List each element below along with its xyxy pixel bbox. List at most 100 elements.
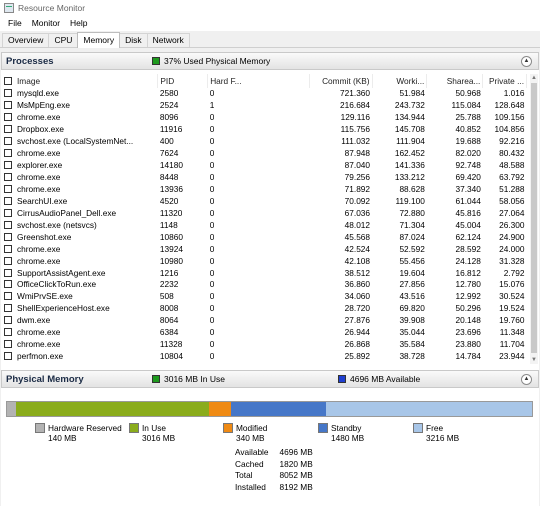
process-checkbox[interactable] bbox=[4, 220, 12, 229]
collapse-processes-button[interactable]: ▲ bbox=[521, 56, 532, 67]
process-cell: 141.336 bbox=[394, 160, 425, 171]
process-cell: 111.032 bbox=[341, 136, 371, 147]
process-checkbox[interactable] bbox=[4, 316, 12, 325]
table-row[interactable]: svchost.exe (LocalSystemNet... 400 0 111.03… bbox=[1, 136, 527, 148]
table-row[interactable]: chrome.exe 13924 0 42.524 52.592 28.592 24.000 bbox=[1, 243, 527, 255]
column-header-pid[interactable]: PID bbox=[157, 74, 209, 88]
process-cell: 11.348 bbox=[499, 327, 525, 338]
process-image-cell: chrome.exe bbox=[1, 339, 158, 351]
process-checkbox[interactable] bbox=[4, 113, 12, 122]
process-checkbox[interactable] bbox=[4, 196, 12, 205]
table-row[interactable]: perfmon.exe 10804 0 25.892 38.728 14.784 23.94… bbox=[1, 351, 527, 363]
process-checkbox[interactable] bbox=[4, 340, 12, 349]
table-row[interactable]: Greenshot.exe 10860 0 45.568 87.024 62.124 24.… bbox=[1, 231, 527, 243]
process-checkbox[interactable] bbox=[4, 268, 12, 277]
window-title: Resource Monitor bbox=[18, 2, 86, 13]
process-cell: 23.696 bbox=[455, 327, 481, 338]
process-checkbox[interactable] bbox=[4, 232, 12, 241]
process-checkbox[interactable] bbox=[4, 244, 12, 253]
process-checkbox[interactable] bbox=[4, 89, 12, 98]
table-row[interactable]: chrome.exe 10980 0 42.108 55.456 24.128 31.328 bbox=[1, 255, 527, 267]
table-row[interactable]: MsMpEng.exe 2524 1 216.684 243.732 115.084 128… bbox=[1, 100, 527, 112]
column-header-working-set[interactable]: Worki... bbox=[372, 74, 428, 88]
tab-disk[interactable]: Disk bbox=[119, 33, 148, 47]
select-all-checkbox[interactable] bbox=[4, 77, 12, 85]
process-cell: 61.044 bbox=[455, 195, 481, 206]
process-image-cell: chrome.exe bbox=[1, 184, 158, 196]
stat-row-total: Total 8052 MB bbox=[235, 471, 313, 481]
process-cell: 109.156 bbox=[494, 112, 525, 123]
menu-file[interactable]: File bbox=[3, 18, 27, 28]
process-checkbox[interactable] bbox=[4, 125, 12, 134]
process-cell: 11328 bbox=[159, 339, 183, 350]
process-cell: 13924 bbox=[159, 243, 183, 254]
processes-scrollbar[interactable]: ▲ ▼ bbox=[530, 74, 538, 364]
table-row[interactable]: chrome.exe 7624 0 87.948 162.452 82.020 80.432 bbox=[1, 148, 527, 160]
menu-monitor[interactable]: Monitor bbox=[27, 18, 65, 28]
process-cell: 162.452 bbox=[394, 148, 425, 159]
column-header-private[interactable]: Private ... bbox=[482, 74, 527, 88]
table-row[interactable]: chrome.exe 6384 0 26.944 35.044 23.696 11.348 bbox=[1, 327, 527, 339]
table-row[interactable]: chrome.exe 8096 0 129.116 134.944 25.788 109.1… bbox=[1, 112, 527, 124]
table-row[interactable]: ShellExperienceHost.exe 8008 0 28.720 69.820… bbox=[1, 303, 527, 315]
process-cell: 11916 bbox=[159, 124, 183, 135]
process-cell: 45.568 bbox=[344, 231, 371, 242]
process-cell: 55.456 bbox=[399, 255, 425, 266]
column-header-hard-faults[interactable]: Hard F... bbox=[207, 74, 311, 88]
table-row[interactable]: mysqld.exe 2580 0 721.360 51.984 50.968 1.016 bbox=[1, 88, 527, 100]
table-row[interactable]: CirrusAudioPanel_Dell.exe 11320 0 67.036 72.… bbox=[1, 207, 527, 219]
process-checkbox[interactable] bbox=[4, 328, 12, 337]
process-cell: 134.944 bbox=[394, 112, 425, 123]
process-checkbox[interactable] bbox=[4, 352, 12, 361]
process-cell: 0 bbox=[209, 231, 215, 242]
process-image-cell: SupportAssistAgent.exe bbox=[1, 267, 158, 279]
process-cell: 87.024 bbox=[399, 231, 425, 242]
table-row[interactable]: chrome.exe 8448 0 79.256 133.212 69.420 63.792 bbox=[1, 172, 527, 184]
scroll-down-arrow-icon[interactable]: ▼ bbox=[531, 357, 537, 363]
column-header-commit[interactable]: Commit (KB) bbox=[309, 74, 373, 88]
process-cell: 14180 bbox=[159, 160, 183, 171]
process-checkbox[interactable] bbox=[4, 161, 12, 170]
process-cell: 67.036 bbox=[344, 207, 371, 218]
table-row[interactable]: chrome.exe 11328 0 26.868 35.584 23.880 11.704 bbox=[1, 339, 527, 351]
process-cell: 1.016 bbox=[503, 88, 525, 99]
scroll-thumb[interactable] bbox=[531, 83, 537, 353]
process-checkbox[interactable] bbox=[4, 208, 12, 217]
tab-cpu[interactable]: CPU bbox=[48, 33, 79, 47]
scroll-up-arrow-icon[interactable]: ▲ bbox=[531, 75, 537, 81]
process-checkbox[interactable] bbox=[4, 101, 12, 110]
table-row[interactable]: WmiPrvSE.exe 508 0 34.060 43.516 12.992 30.524 bbox=[1, 291, 527, 303]
process-checkbox[interactable] bbox=[4, 280, 12, 289]
menu-help[interactable]: Help bbox=[65, 18, 92, 28]
available-label: 4696 MB Available bbox=[350, 374, 421, 384]
modified-swatch bbox=[223, 423, 233, 433]
process-checkbox[interactable] bbox=[4, 137, 12, 146]
process-checkbox[interactable] bbox=[4, 256, 12, 265]
table-row[interactable]: SupportAssistAgent.exe 1216 0 38.512 19.604 1… bbox=[1, 267, 527, 279]
physical-memory-header[interactable]: Physical Memory 3016 MB In Use 4696 MB A… bbox=[1, 370, 539, 388]
process-checkbox[interactable] bbox=[4, 184, 12, 193]
table-row[interactable]: dwm.exe 8064 0 27.876 39.908 20.148 19.760 bbox=[1, 315, 527, 327]
process-checkbox[interactable] bbox=[4, 292, 12, 301]
tab-overview[interactable]: Overview bbox=[2, 33, 50, 47]
process-cell: 508 bbox=[159, 291, 174, 302]
processes-header[interactable]: Processes 37% Used Physical Memory ▲ bbox=[1, 52, 539, 70]
process-checkbox[interactable] bbox=[4, 173, 12, 182]
processes-table: Image PID Hard F... Commit (KB) Worki...… bbox=[1, 74, 527, 363]
table-row[interactable]: SearchUI.exe 4520 0 70.092 119.100 61.044 58.0… bbox=[1, 195, 527, 207]
tab-network[interactable]: Network bbox=[146, 33, 190, 47]
collapse-physical-memory-button[interactable]: ▲ bbox=[521, 374, 532, 385]
column-header-image[interactable]: Image bbox=[1, 74, 159, 88]
process-checkbox[interactable] bbox=[4, 149, 12, 158]
column-header-shareable[interactable]: Sharea... bbox=[426, 74, 484, 88]
table-row[interactable]: explorer.exe 14180 0 87.040 141.336 92.748 48.… bbox=[1, 160, 527, 172]
tab-memory[interactable]: Memory bbox=[77, 32, 121, 48]
table-row[interactable]: Dropbox.exe 11916 0 115.756 145.708 40.852 104… bbox=[1, 124, 527, 136]
table-row[interactable]: svchost.exe (netsvcs) 1148 0 48.012 71.304 45… bbox=[1, 219, 527, 231]
process-cell: 145.708 bbox=[394, 124, 425, 135]
table-row[interactable]: OfficeClickToRun.exe 2232 0 36.860 27.856 12.… bbox=[1, 279, 527, 291]
process-cell: 58.056 bbox=[499, 195, 525, 206]
table-row[interactable]: chrome.exe 13936 0 71.892 88.628 37.340 51.288 bbox=[1, 184, 527, 196]
process-checkbox[interactable] bbox=[4, 304, 12, 313]
process-image-cell: svchost.exe (LocalSystemNet... bbox=[1, 136, 158, 148]
